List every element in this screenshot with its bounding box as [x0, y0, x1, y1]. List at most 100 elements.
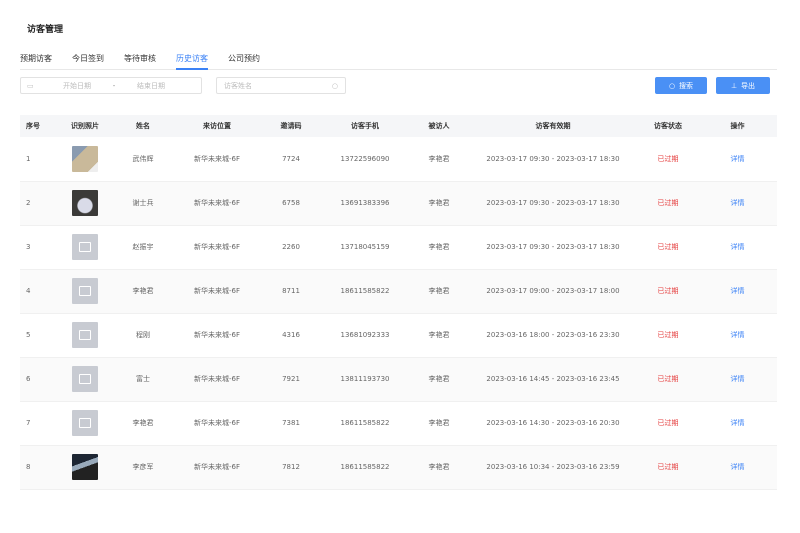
- cell-no: 6: [20, 357, 56, 402]
- host-text: 李艳君: [428, 375, 450, 383]
- status-badge: 已过期: [657, 375, 679, 383]
- host-text: 李艳君: [428, 463, 450, 471]
- table-row: 8 李彦军 新华未来城-6F 7812 18611585822 李艳君 2023-03-16…: [20, 445, 777, 490]
- name-text: 李艳君: [132, 419, 154, 427]
- cell-photo: [56, 225, 114, 270]
- no-text: 7: [26, 419, 31, 427]
- cell-status: 已过期: [638, 313, 698, 358]
- period-text: 2023-03-17 09:30 - 2023-03-17 18:30: [486, 199, 620, 207]
- details-link[interactable]: 详情: [731, 199, 745, 207]
- upload-icon: ⊥: [730, 81, 738, 90]
- no-text: 3: [26, 243, 31, 251]
- name-text: 谢士兵: [132, 199, 154, 207]
- cell-photo: [56, 445, 114, 490]
- cell-code: 7724: [262, 137, 320, 182]
- export-button[interactable]: ⊥ 导出: [716, 77, 770, 94]
- cell-name: 赵振宇: [114, 225, 172, 270]
- no-text: 6: [26, 375, 31, 383]
- visitor-photo[interactable]: [72, 190, 98, 216]
- details-link[interactable]: 详情: [731, 375, 745, 383]
- details-link[interactable]: 详情: [731, 287, 745, 295]
- cell-name: 谢士兵: [114, 181, 172, 226]
- no-text: 8: [26, 463, 31, 471]
- column-header: 访客状态: [638, 115, 698, 137]
- details-link[interactable]: 详情: [731, 463, 745, 471]
- column-header: 邀请码: [262, 115, 320, 137]
- location-text: 新华未来城-6F: [193, 463, 240, 471]
- phone-text: 18611585822: [340, 419, 390, 427]
- cell-status: 已过期: [638, 137, 698, 182]
- cell-action: 详情: [698, 225, 777, 270]
- cell-code: 7812: [262, 445, 320, 490]
- cell-name: 程刚: [114, 313, 172, 358]
- cell-period: 2023-03-16 10:34 - 2023-03-16 23:59: [468, 445, 638, 490]
- table-row: 3 赵振宇 新华未来城-6F 2260 13718045159 李艳君 2023-03-17…: [20, 225, 777, 270]
- visitor-photo[interactable]: [72, 145, 98, 172]
- cell-host: 李艳君: [410, 357, 468, 402]
- cell-period: 2023-03-16 14:45 - 2023-03-16 23:45: [468, 357, 638, 402]
- date-range-picker[interactable]: ▭ 开始日期 - 结束日期: [20, 77, 202, 94]
- cell-period: 2023-03-16 18:00 - 2023-03-16 23:30: [468, 313, 638, 358]
- details-link[interactable]: 详情: [731, 419, 745, 427]
- cell-action: 详情: [698, 269, 777, 314]
- details-link[interactable]: 详情: [731, 155, 745, 163]
- period-text: 2023-03-16 10:34 - 2023-03-16 23:59: [486, 463, 620, 471]
- no-text: 1: [26, 154, 31, 163]
- search-button[interactable]: ○ 搜索: [655, 77, 707, 94]
- cell-name: 李艳君: [114, 401, 172, 446]
- code-text: 6758: [282, 199, 300, 207]
- details-link[interactable]: 详情: [731, 243, 745, 251]
- table-row: 5 程刚 新华未来城-6F 4316 13681092333 李艳君 2023-03-16 …: [20, 313, 777, 358]
- phone-text: 13681092333: [340, 331, 390, 339]
- cell-phone: 13681092333: [320, 313, 410, 358]
- cell-host: 李艳君: [410, 137, 468, 182]
- visitor-photo[interactable]: [72, 454, 98, 480]
- visitor-name-placeholder: 访客姓名: [224, 81, 252, 90]
- start-date-input[interactable]: 开始日期: [47, 81, 107, 91]
- image-placeholder-icon[interactable]: [72, 278, 98, 304]
- cell-name: 武伟辉: [114, 137, 172, 182]
- image-placeholder-icon[interactable]: [72, 234, 98, 260]
- tab-1[interactable]: 今日签到: [72, 52, 104, 70]
- cell-no: 4: [20, 269, 56, 314]
- cell-period: 2023-03-16 14:30 - 2023-03-16 20:30: [468, 401, 638, 446]
- image-placeholder-icon[interactable]: [72, 322, 98, 348]
- tab-3[interactable]: 历史访客: [176, 52, 208, 70]
- code-text: 4316: [282, 331, 300, 339]
- image-placeholder-icon[interactable]: [72, 410, 98, 436]
- cell-location: 新华未来城-6F: [172, 357, 262, 402]
- visitor-name-input[interactable]: 访客姓名 ○: [216, 77, 346, 94]
- cell-code: 7921: [262, 357, 320, 402]
- end-date-input[interactable]: 结束日期: [121, 81, 181, 91]
- cell-action: 详情: [698, 445, 777, 490]
- cell-location: 新华未来城-6F: [172, 269, 262, 314]
- cell-photo: [56, 357, 114, 402]
- cell-phone: 13718045159: [320, 225, 410, 270]
- cell-name: 李艳君: [114, 269, 172, 314]
- cell-code: 8711: [262, 269, 320, 314]
- cell-phone: 13722596090: [320, 137, 410, 182]
- cell-status: 已过期: [638, 225, 698, 270]
- cell-phone: 18611585822: [320, 401, 410, 446]
- code-text: 8711: [282, 287, 300, 295]
- phone-text: 18611585822: [340, 463, 390, 471]
- tab-4[interactable]: 公司预约: [228, 52, 260, 70]
- table-row: 6 富士 新华未来城-6F 7921 13811193730 李艳君 2023-03-16 …: [20, 357, 777, 402]
- location-text: 新华未来城-6F: [193, 154, 240, 163]
- tab-2[interactable]: 等待审核: [124, 52, 156, 70]
- column-header: 来访位置: [172, 115, 262, 137]
- cell-host: 李艳君: [410, 313, 468, 358]
- cell-period: 2023-03-17 09:30 - 2023-03-17 18:30: [468, 181, 638, 226]
- cell-photo: [56, 269, 114, 314]
- phone-text: 18611585822: [340, 287, 390, 295]
- phone-text: 13811193730: [340, 375, 390, 383]
- name-text: 武伟辉: [132, 154, 154, 163]
- location-text: 新华未来城-6F: [193, 199, 240, 207]
- search-button-label: 搜索: [679, 81, 694, 90]
- phone-text: 13722596090: [340, 154, 390, 163]
- tab-0[interactable]: 预期访客: [20, 52, 52, 70]
- details-link[interactable]: 详情: [731, 331, 745, 339]
- image-placeholder-icon[interactable]: [72, 366, 98, 392]
- name-text: 赵振宇: [132, 243, 154, 251]
- cell-action: 详情: [698, 181, 777, 226]
